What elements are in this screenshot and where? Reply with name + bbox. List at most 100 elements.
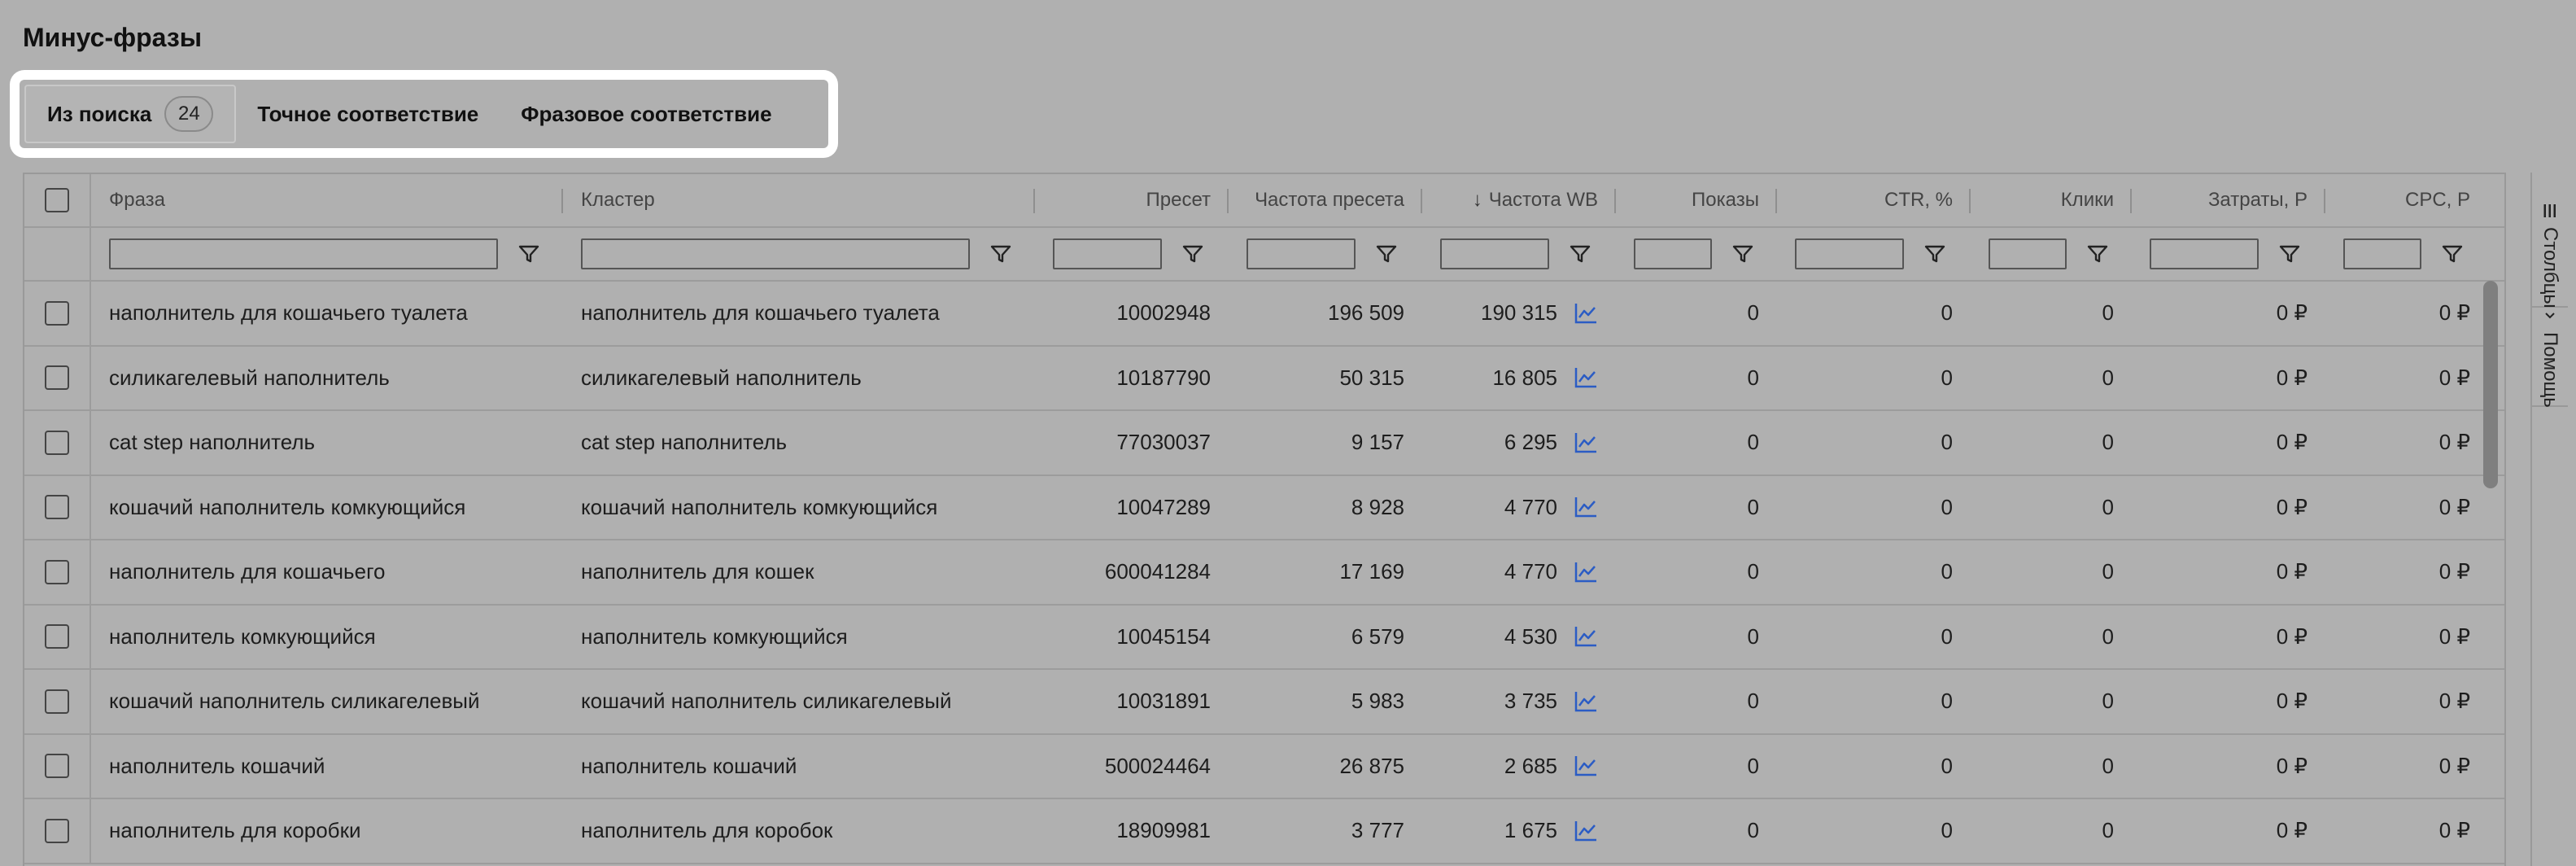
tab-phrase-match[interactable]: Фразовое соответствие: [500, 85, 792, 143]
cell-preset: 10031891: [1035, 670, 1229, 733]
filter-input-phrase[interactable]: [109, 238, 498, 269]
cell-cluster: наполнитель для кошек: [563, 540, 1035, 604]
cell-impressions: 0: [1616, 411, 1777, 475]
cell-cost: 0 ₽: [2132, 411, 2325, 475]
filter-icon[interactable]: [1181, 243, 1204, 265]
cell-impressions: 0: [1616, 735, 1777, 798]
trend-chart-icon[interactable]: [1574, 819, 1598, 843]
cell-wb_freq: 2 685: [1422, 735, 1616, 798]
cell-ctr: 0: [1777, 476, 1971, 540]
filter-input-cost[interactable]: [2150, 238, 2259, 269]
filter-icon[interactable]: [2278, 243, 2301, 265]
filter-input-ctr[interactable]: [1795, 238, 1904, 269]
filter-cell-phrase: [91, 228, 563, 280]
cell-value: 0: [2102, 623, 2114, 649]
filter-icon[interactable]: [1923, 243, 1946, 265]
filter-input-preset_freq[interactable]: [1247, 238, 1356, 269]
cell-ctr: 0: [1777, 411, 1971, 475]
filter-icon[interactable]: [2086, 243, 2109, 265]
cell-value: 0: [2102, 818, 2114, 843]
cell-preset_freq: 50 315: [1229, 347, 1422, 410]
columns-icon: [2543, 204, 2556, 218]
table-row[interactable]: наполнитель для коробки наполнитель для к…: [24, 799, 2504, 864]
trend-chart-icon[interactable]: [1574, 301, 1598, 326]
cell-value: 4 770: [1504, 494, 1557, 519]
scrollbar-thumb[interactable]: [2483, 281, 2498, 488]
trend-chart-icon[interactable]: [1574, 431, 1598, 455]
row-checkbox[interactable]: [45, 754, 69, 779]
trend-chart-icon[interactable]: [1574, 560, 1598, 584]
row-checkbox[interactable]: [45, 818, 69, 843]
row-checkbox[interactable]: [45, 365, 69, 391]
column-header-cluster[interactable]: Кластер: [563, 174, 1035, 226]
cell-phrase: наполнитель комкующийся: [91, 606, 563, 669]
cell-cluster: наполнитель комкующийся: [563, 606, 1035, 669]
filter-icon[interactable]: [2441, 243, 2464, 265]
row-checkbox[interactable]: [45, 624, 69, 650]
cell-value: 6 295: [1504, 430, 1557, 455]
column-header-wb_freq[interactable]: ↓ Частота WB: [1422, 174, 1616, 226]
tab-label: Точное соответствие: [257, 101, 479, 126]
cell-value: 10047289: [1116, 494, 1211, 519]
trend-chart-icon[interactable]: [1574, 624, 1598, 649]
table-row[interactable]: cat step наполнитель cat step наполнитель…: [24, 411, 2504, 476]
table-row[interactable]: кошачий наполнитель силикагелевый кошачий…: [24, 670, 2504, 735]
table-row[interactable]: наполнитель для кошачьего наполнитель для…: [24, 540, 2504, 606]
column-header-preset[interactable]: Пресет: [1035, 174, 1229, 226]
table-row[interactable]: наполнитель для кошачьего туалета наполни…: [24, 282, 2504, 347]
tab-exact-match[interactable]: Точное соответствие: [236, 85, 500, 143]
trend-chart-icon[interactable]: [1574, 754, 1598, 778]
column-header-preset_freq[interactable]: Частота пресета: [1229, 174, 1422, 226]
filter-icon[interactable]: [1375, 243, 1398, 265]
column-header-label: Кластер: [581, 189, 655, 211]
cell-value: 0: [1941, 753, 1953, 778]
filter-input-clicks[interactable]: [1989, 238, 2067, 269]
filter-input-preset[interactable]: [1053, 238, 1162, 269]
filter-icon[interactable]: [989, 243, 1012, 265]
cell-value: наполнитель для коробок: [581, 818, 833, 843]
table-row[interactable]: кошачий наполнитель комкующийся кошачий н…: [24, 475, 2504, 540]
row-checkbox[interactable]: [45, 689, 69, 714]
row-select-cell: [24, 670, 91, 733]
column-header-phrase[interactable]: Фраза: [91, 174, 563, 226]
row-checkbox[interactable]: [45, 559, 69, 584]
trend-chart-icon[interactable]: [1574, 365, 1598, 390]
help-panel-button[interactable]: Помощь: [2532, 311, 2568, 407]
filter-input-cpc[interactable]: [2343, 238, 2421, 269]
filter-input-impressions[interactable]: [1634, 238, 1712, 269]
cell-value: 0: [1747, 300, 1759, 326]
filter-input-cluster[interactable]: [581, 238, 970, 269]
select-all-checkbox[interactable]: [45, 188, 69, 212]
column-header-label: Пресет: [1146, 189, 1212, 211]
table-row[interactable]: наполнитель комкующийся наполнитель комку…: [24, 605, 2504, 670]
cell-value: наполнитель для кошек: [581, 559, 814, 584]
column-header-ctr[interactable]: CTR, %: [1777, 174, 1971, 226]
cell-value: наполнитель кошачий: [581, 753, 797, 778]
row-checkbox[interactable]: [45, 495, 69, 520]
cell-cost: 0 ₽: [2132, 540, 2325, 604]
row-checkbox[interactable]: [45, 430, 69, 455]
cell-value: 0 ₽: [2438, 430, 2470, 455]
table-row[interactable]: наполнитель кошачий наполнитель кошачий 50…: [24, 734, 2504, 799]
filter-icon[interactable]: [1569, 243, 1591, 265]
column-header-impressions[interactable]: Показы: [1616, 174, 1777, 226]
trend-chart-icon[interactable]: [1574, 495, 1598, 519]
filter-input-wb_freq[interactable]: [1440, 238, 1549, 269]
columns-panel-button[interactable]: Столбцы: [2532, 204, 2568, 308]
trend-chart-icon[interactable]: [1574, 689, 1598, 714]
column-header-cost[interactable]: Затраты, Р: [2132, 174, 2325, 226]
tab-from-search[interactable]: Из поиска 24: [24, 85, 237, 143]
table-row[interactable]: силикагелевый наполнитель силикагелевый н…: [24, 346, 2504, 411]
cell-cluster: наполнитель для кошачьего туалета: [563, 282, 1035, 345]
cell-value: 17 169: [1339, 559, 1404, 584]
column-header-cpc[interactable]: CPC, Р: [2325, 174, 2488, 226]
filter-icon[interactable]: [1731, 243, 1754, 265]
column-header-clicks[interactable]: Клики: [1971, 174, 2132, 226]
cell-cpc: 0 ₽: [2325, 347, 2488, 410]
cell-value: 8 928: [1351, 494, 1404, 519]
cell-value: 0: [1747, 623, 1759, 649]
row-checkbox[interactable]: [45, 300, 69, 326]
cell-preset_freq: 26 875: [1229, 735, 1422, 798]
cell-value: 1 675: [1504, 818, 1557, 843]
filter-icon[interactable]: [517, 243, 540, 265]
